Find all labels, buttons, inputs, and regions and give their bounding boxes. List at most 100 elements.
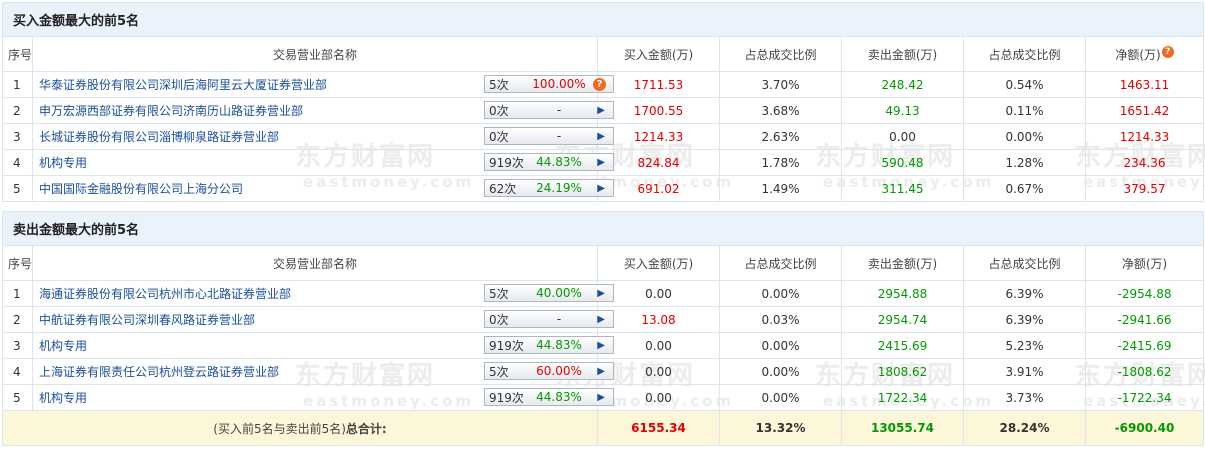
table-row: 1 华泰证券股份有限公司深圳后海阿里云大厦证券营业部 5次 100.00%? 17… [2,71,1204,98]
help-icon[interactable]: ? [1161,45,1174,58]
row-index: 1 [2,71,33,98]
history-stats-pill[interactable]: 919次 44.83% ▶ [484,336,614,354]
play-arrow-icon[interactable]: ▶ [589,314,613,325]
play-arrow-icon[interactable]: ▶ [589,183,613,194]
listing-count: 919次 [489,338,524,353]
branch-name-link[interactable]: 机构专用 [39,339,87,353]
sell-ratio: 1.28% [963,149,1086,176]
total-buy-ratio: 13.32% [719,410,842,446]
branch-name-link[interactable]: 海通证券股份有限公司杭州市心北路证券营业部 [39,287,291,301]
branch-name-link[interactable]: 长城证券股份有限公司淄博柳泉路证券营业部 [39,130,279,144]
branch-name-link[interactable]: 机构专用 [39,156,87,170]
sell-section-title: 卖出金额最大的前5名 [2,211,1204,246]
history-stats-pill[interactable]: 62次 24.19% ▶ [484,179,614,197]
net-amount: 1214.33 [1085,123,1204,150]
col-header-net: 净额(万)? [1085,36,1204,72]
play-arrow-icon[interactable]: ▶ [589,131,613,142]
sell-amount: 2415.69 [841,332,964,359]
listing-count: 5次 [489,364,509,379]
history-stats-pill[interactable]: 5次 100.00%? [484,75,614,93]
total-sell-ratio: 28.24% [963,410,1086,446]
table-row: 5 机构专用 919次 44.83% ▶ 0.00 0.00% 1722.34 3.… [2,384,1204,411]
sell-ratio: 0.54% [963,71,1086,98]
sell-amount: 1722.34 [841,384,964,411]
sell-amount: 0.00 [841,123,964,150]
table-row: 3 机构专用 919次 44.83% ▶ 0.00 0.00% 2415.69 5.… [2,332,1204,359]
buy-amount: 0.00 [597,384,720,411]
play-arrow-icon[interactable]: ▶ [589,392,613,403]
buy-amount: 0.00 [597,358,720,385]
table-row: 2 中航证券有限公司深圳春风路证券营业部 0次 - ▶ 13.08 0.03% 29… [2,306,1204,333]
listing-count: 62次 [489,181,517,196]
branch-name-link[interactable]: 上海证券有限责任公司杭州登云路证券营业部 [39,365,279,379]
branch-name-link[interactable]: 中航证券有限公司深圳春风路证券营业部 [39,313,255,327]
sell-ratio: 0.11% [963,97,1086,124]
buy-ratio: 0.03% [719,306,842,333]
col-header-sell-pct: 占总成交比例 [963,36,1086,72]
total-buy: 6155.34 [597,410,720,446]
table-row: 3 长城证券股份有限公司淄博柳泉路证券营业部 0次 - ▶ 1214.33 2.63… [2,123,1204,150]
buy-amount: 0.00 [597,332,720,359]
buy-ratio: 2.63% [719,123,842,150]
play-arrow-icon[interactable]: ▶ [589,366,613,377]
sell-ratio: 0.67% [963,175,1086,202]
row-index: 5 [2,384,33,411]
col-header-index: 序号 [2,36,33,72]
row-index: 3 [2,123,33,150]
play-arrow-icon[interactable]: ▶ [589,340,613,351]
total-sell: 13055.74 [841,410,964,446]
net-amount: -2415.69 [1085,332,1204,359]
play-arrow-icon[interactable]: ▶ [589,105,613,116]
net-amount: -1808.62 [1085,358,1204,385]
listing-count: 919次 [489,390,524,405]
history-stats-pill[interactable]: 919次 44.83% ▶ [484,153,614,171]
net-amount: 379.57 [1085,175,1204,202]
net-amount: -2941.66 [1085,306,1204,333]
win-rate: 44.83% [536,390,582,404]
sell-amount: 248.42 [841,71,964,98]
sell-ratio: 6.39% [963,280,1086,307]
play-arrow-icon[interactable]: ▶ [589,288,613,299]
table-row: 4 上海证券有限责任公司杭州登云路证券营业部 5次 60.00% ▶ 0.00 0.… [2,358,1204,385]
history-stats-pill[interactable]: 0次 - ▶ [484,310,614,328]
table-row: 1 海通证券股份有限公司杭州市心北路证券营业部 5次 40.00% ▶ 0.00 0… [2,280,1204,307]
play-arrow-icon[interactable]: ▶ [589,157,613,168]
col-header-net: 净额(万) [1085,245,1204,281]
branch-name-link[interactable]: 华泰证券股份有限公司深圳后海阿里云大厦证券营业部 [39,78,327,92]
buy-amount: 1700.55 [597,97,720,124]
table-row: 2 申万宏源西部证券有限公司济南历山路证券营业部 0次 - ▶ 1700.55 3.… [2,97,1204,124]
win-rate: - [556,129,562,143]
col-header-buy-pct: 占总成交比例 [719,245,842,281]
sell-amount: 311.45 [841,175,964,202]
net-amount: 234.36 [1085,149,1204,176]
help-icon[interactable]: ? [593,77,606,91]
branch-name-link[interactable]: 中国国际金融股份有限公司上海分公司 [39,182,243,196]
listing-count: 0次 [489,103,509,118]
win-rate: 60.00% [536,364,582,378]
buy-amount: 1214.33 [597,123,720,150]
row-index: 2 [2,97,33,124]
branch-name-link[interactable]: 机构专用 [39,391,87,405]
col-header-name: 交易营业部名称 [32,245,598,281]
history-stats-pill[interactable]: 0次 - ▶ [484,101,614,119]
history-stats-pill[interactable]: 0次 - ▶ [484,127,614,145]
win-rate: 24.19% [536,181,582,195]
col-header-buy-pct: 占总成交比例 [719,36,842,72]
sell-ratio: 3.73% [963,384,1086,411]
buy-ratio: 0.00% [719,280,842,307]
sell-amount: 2954.74 [841,306,964,333]
win-rate: - [556,312,562,326]
total-row: (买入前5名与卖出前5名)总合计: 6155.34 13.32% 13055.7… [2,410,1204,446]
net-amount: -1722.34 [1085,384,1204,411]
history-stats-pill[interactable]: 919次 44.83% ▶ [484,388,614,406]
buy-ratio: 3.68% [719,97,842,124]
sell-amount: 1808.62 [841,358,964,385]
history-stats-pill[interactable]: 5次 60.00% ▶ [484,362,614,380]
win-rate: - [556,103,562,117]
history-stats-pill[interactable]: 5次 40.00% ▶ [484,284,614,302]
table-row: 5 中国国际金融股份有限公司上海分公司 62次 24.19% ▶ 691.02 1.… [2,175,1204,202]
row-index: 4 [2,358,33,385]
col-header-buy: 买入金额(万) [597,36,720,72]
listing-count: 5次 [489,77,509,92]
branch-name-link[interactable]: 申万宏源西部证券有限公司济南历山路证券营业部 [39,104,303,118]
